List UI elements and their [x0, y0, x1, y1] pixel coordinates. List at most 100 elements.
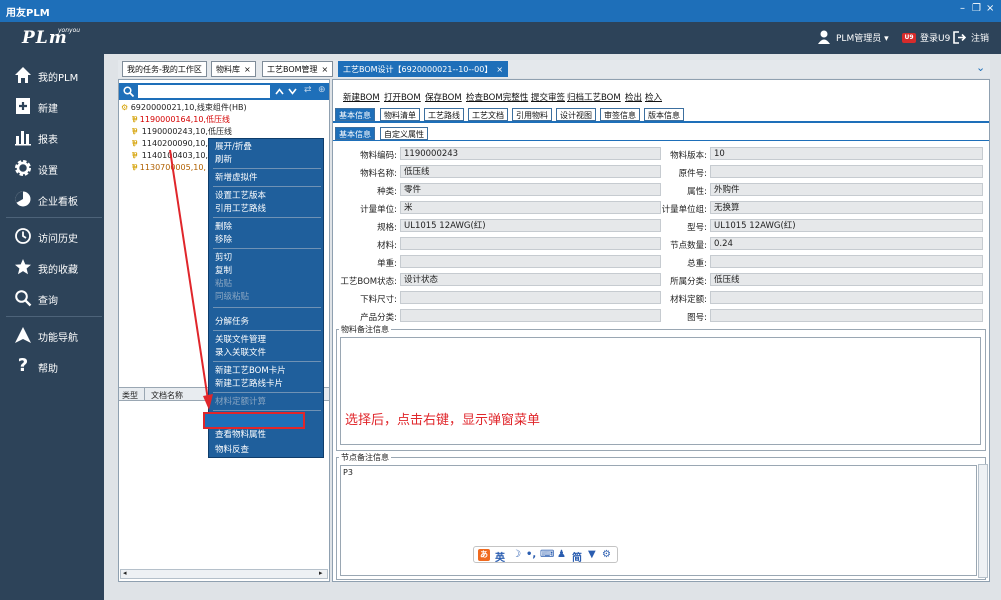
toolbar-new-bom[interactable]: 新建BOM	[343, 91, 380, 103]
field-value-drawing-no[interactable]	[710, 309, 983, 322]
context-menu-item[interactable]: 引用工艺路线	[215, 203, 266, 215]
field-value-unit[interactable]: 米	[400, 201, 661, 214]
context-menu-item[interactable]: 关联文件管理	[215, 334, 266, 346]
subtab-basic-info[interactable]: 基本信息	[335, 108, 375, 121]
toolbar-check-bom[interactable]: 检查BOM完整性	[466, 91, 528, 103]
skin-icon[interactable]: ▼	[588, 549, 596, 560]
tree-search-input[interactable]	[138, 85, 270, 98]
field-value-unit-group[interactable]: 无换算	[710, 201, 983, 214]
punctuation-icon[interactable]: •,	[526, 549, 536, 560]
field-value-original-part-no[interactable]	[710, 165, 983, 178]
tab-close-icon[interactable]: ×	[496, 65, 503, 74]
tree-node[interactable]: ⅌ 1190000243,10,低压线	[132, 126, 234, 137]
toolbar-open-bom[interactable]: 打开BOM	[384, 91, 421, 103]
minimize-button[interactable]: –	[960, 3, 965, 14]
logout-icon[interactable]	[953, 31, 966, 44]
close-button[interactable]: ×	[986, 3, 994, 14]
horizontal-scrollbar[interactable]: ◂ ▸	[120, 569, 328, 579]
context-menu-item[interactable]: 新建工艺BOM卡片	[215, 365, 286, 377]
context-menu-item[interactable]: 新增虚拟件	[215, 172, 258, 184]
chevron-up-icon[interactable]	[275, 88, 284, 95]
subtab-review-info[interactable]: 审签信息	[600, 108, 640, 121]
scroll-left-icon[interactable]: ◂	[123, 569, 127, 577]
field-value-unit-weight[interactable]	[400, 255, 661, 268]
vertical-scrollbar[interactable]	[978, 464, 988, 578]
context-menu-item[interactable]: 分解任务	[215, 316, 249, 328]
field-value-total-weight[interactable]	[710, 255, 983, 268]
field-value-spec[interactable]: UL1015 12AWG(红)	[400, 219, 661, 232]
field-value-bom-status[interactable]: 设计状态	[400, 273, 661, 286]
sidebar-item-settings[interactable]: 设置	[0, 155, 104, 181]
subtab-referenced-material[interactable]: 引用物料	[512, 108, 552, 121]
material-note-textarea[interactable]	[340, 337, 981, 445]
tree-node[interactable]: ⅌ 1140100403,10,	[132, 150, 210, 161]
sidebar-item-history[interactable]: 访问历史	[0, 223, 104, 249]
ime-logo-icon[interactable]: あ	[478, 549, 490, 561]
tab-my-tasks[interactable]: 我的任务-我的工作区	[122, 61, 207, 77]
keyboard-icon[interactable]: ⌨	[540, 549, 554, 560]
subtab-material-list[interactable]: 物料清单	[380, 108, 420, 121]
sidebar-item-favorites[interactable]: 我的收藏	[0, 254, 104, 280]
context-menu-item[interactable]: 复制	[215, 265, 232, 277]
field-value-product-class[interactable]	[400, 309, 661, 322]
field-value-model[interactable]: UL1015 12AWG(红)	[710, 219, 983, 232]
sidebar-item-reports[interactable]: 报表	[0, 124, 104, 150]
field-value-category[interactable]: 零件	[400, 183, 661, 196]
expand-icon[interactable]: ⊕	[318, 85, 326, 95]
tree-node[interactable]: ⅌ 1130700005,10,	[132, 162, 206, 173]
context-menu-item[interactable]: 展开/折叠	[215, 141, 252, 153]
toolbar-check-out[interactable]: 检出	[625, 91, 642, 103]
sidebar-item-my-plm[interactable]: 我的PLM	[0, 62, 104, 88]
subtab-design-view[interactable]: 设计视图	[556, 108, 596, 121]
tree-node[interactable]: ⅌ 1190000164,10,低压线	[132, 114, 230, 125]
sidebar-item-search[interactable]: 查询	[0, 285, 104, 311]
subtab-version-info[interactable]: 版本信息	[644, 108, 684, 121]
field-value-category-belongs[interactable]: 低压线	[710, 273, 983, 286]
ime-lang-toggle[interactable]: 英	[495, 549, 505, 564]
toolbar-check-in[interactable]: 检入	[645, 91, 662, 103]
subtab-basic-info-2[interactable]: 基本信息	[335, 127, 375, 140]
context-menu-item[interactable]: 剪切	[215, 252, 232, 264]
field-value-attribute[interactable]: 外购件	[710, 183, 983, 196]
sidebar-item-navigation[interactable]: 功能导航	[0, 322, 104, 348]
voice-icon[interactable]: ♟	[557, 549, 566, 560]
scroll-right-icon[interactable]: ▸	[319, 569, 323, 577]
field-value-material-name[interactable]: 低压线	[400, 165, 661, 178]
field-value-cut-size[interactable]	[400, 291, 661, 304]
context-menu-item[interactable]: 移除	[215, 234, 232, 246]
tree-root-node[interactable]: ⚙ 6920000021,10,线束组件(HB)	[121, 102, 247, 113]
login-u9-link[interactable]: 登录U9	[920, 31, 950, 44]
sidebar-item-dashboard[interactable]: 企业看板	[0, 186, 104, 212]
subtab-process-route[interactable]: 工艺路线	[424, 108, 464, 121]
subtab-process-docs[interactable]: 工艺文档	[468, 108, 508, 121]
field-value-material[interactable]	[400, 237, 661, 250]
tab-process-bom-design[interactable]: 工艺BOM设计【6920000021--10--00】 ×	[338, 61, 509, 77]
user-menu[interactable]: PLM管理员 ▾	[836, 31, 889, 44]
tab-process-bom-manage[interactable]: 工艺BOM管理 ×	[262, 61, 334, 77]
moon-icon[interactable]: ☽	[512, 549, 521, 560]
chevron-down-icon[interactable]	[288, 88, 297, 95]
logout-link[interactable]: 注销	[971, 31, 989, 44]
sidebar-item-new[interactable]: 新建	[0, 93, 104, 119]
sidebar-item-help[interactable]: ? 帮助	[0, 353, 104, 379]
field-value-node-quantity[interactable]: 0.24	[710, 237, 983, 250]
context-menu-item[interactable]: 查看物料属性	[215, 429, 266, 441]
field-value-material-quota[interactable]	[710, 291, 983, 304]
context-menu-item[interactable]: 删除	[215, 221, 232, 233]
column-header-doc-name[interactable]: 文档名称	[151, 390, 183, 401]
subtab-custom-attributes[interactable]: 自定义属性	[380, 127, 428, 140]
field-value-material-code[interactable]: 1190000243	[400, 147, 661, 160]
context-menu-item[interactable]: 新建工艺路线卡片	[215, 378, 283, 390]
toolbar-submit-review[interactable]: 提交审签	[531, 91, 565, 103]
context-menu-item[interactable]: 设置工艺版本	[215, 190, 266, 202]
toolbar-archive-bom[interactable]: 归档工艺BOM	[567, 91, 621, 103]
toolbar-save-bom[interactable]: 保存BOM	[425, 91, 462, 103]
ime-simplified-toggle[interactable]: 简	[572, 549, 582, 564]
tab-close-icon[interactable]: ×	[244, 65, 251, 74]
restore-button[interactable]: ❐	[972, 3, 981, 14]
field-value-material-version[interactable]: 10	[710, 147, 983, 160]
ime-settings-icon[interactable]: ⚙	[602, 549, 611, 560]
tab-close-icon[interactable]: ×	[322, 65, 329, 74]
link-icon[interactable]: ⇄	[304, 85, 312, 95]
column-header-type[interactable]: 类型	[122, 390, 138, 401]
